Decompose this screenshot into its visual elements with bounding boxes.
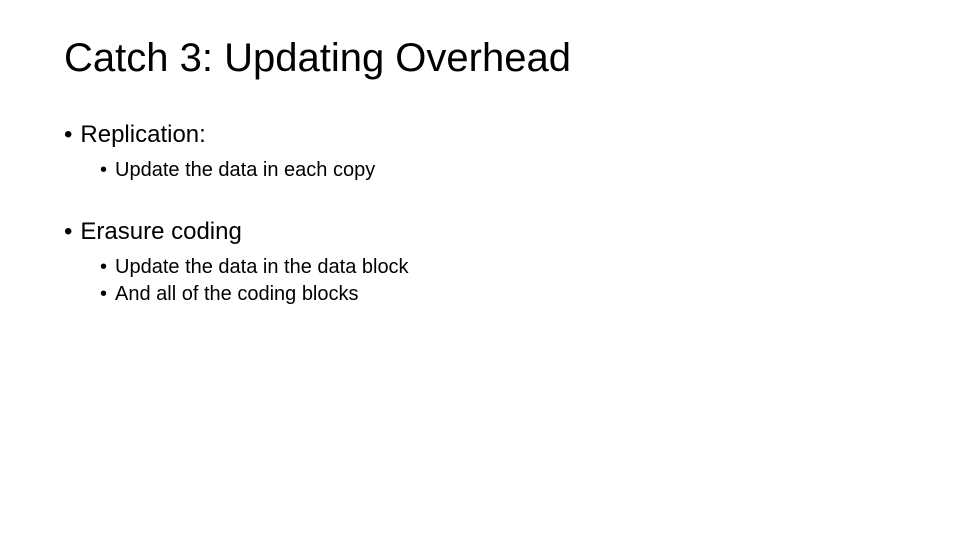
bullet-line: • Erasure coding xyxy=(64,218,896,246)
list-item: • Update the data in the data block xyxy=(100,256,896,279)
list-item: • Replication: • Update the data in each… xyxy=(64,121,896,182)
sub-bullet-text: Update the data in the data block xyxy=(115,256,409,279)
sub-bullet-text: And all of the coding blocks xyxy=(115,283,359,306)
bullet-line: • And all of the coding blocks xyxy=(100,283,896,306)
bullet-icon: • xyxy=(100,159,107,182)
slide-title: Catch 3: Updating Overhead xyxy=(64,36,896,81)
list-item: • Update the data in each copy xyxy=(100,159,896,182)
bullet-line: • Update the data in the data block xyxy=(100,256,896,279)
bullet-line: • Update the data in each copy xyxy=(100,159,896,182)
list-item: • And all of the coding blocks xyxy=(100,283,896,306)
sub-list: • Update the data in each copy xyxy=(64,159,896,182)
sub-list: • Update the data in the data block • An… xyxy=(64,256,896,306)
bullet-text: Erasure coding xyxy=(80,218,241,246)
sub-bullet-text: Update the data in each copy xyxy=(115,159,375,182)
bullet-line: • Replication: xyxy=(64,121,896,149)
bullet-icon: • xyxy=(64,218,72,246)
bullet-icon: • xyxy=(100,256,107,279)
bullet-list: • Replication: • Update the data in each… xyxy=(64,121,896,306)
bullet-icon: • xyxy=(100,283,107,306)
bullet-text: Replication: xyxy=(80,121,205,149)
list-item: • Erasure coding • Update the data in th… xyxy=(64,218,896,306)
bullet-icon: • xyxy=(64,121,72,149)
slide: Catch 3: Updating Overhead • Replication… xyxy=(0,0,960,346)
